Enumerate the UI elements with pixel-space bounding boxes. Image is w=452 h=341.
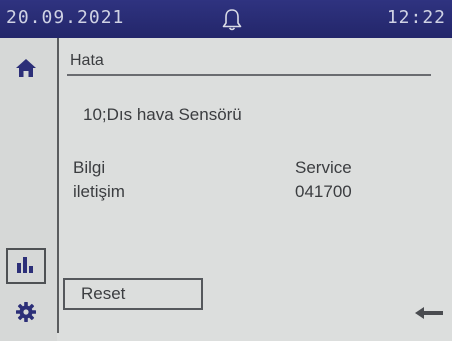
side-nav bbox=[0, 38, 57, 341]
service-label: Service bbox=[295, 158, 352, 177]
service-number: 041700 bbox=[295, 182, 352, 201]
arrow-left-icon bbox=[414, 306, 444, 325]
page-title: Hata bbox=[70, 52, 104, 69]
home-icon bbox=[15, 57, 37, 83]
statistics-button[interactable] bbox=[6, 248, 46, 284]
gear-icon bbox=[15, 301, 37, 327]
settings-button[interactable] bbox=[6, 294, 46, 334]
title-underline bbox=[67, 74, 431, 76]
home-button[interactable] bbox=[6, 50, 46, 90]
bar-chart-icon bbox=[16, 254, 36, 278]
info-label: Bilgi bbox=[73, 158, 106, 177]
status-bar: 20.09.2021 12:22 bbox=[0, 0, 452, 38]
back-button[interactable] bbox=[414, 305, 444, 321]
device-screen: 20.09.2021 12:22 Hata 10;Dıs hava Sensör… bbox=[0, 0, 452, 341]
nav-divider bbox=[57, 38, 59, 333]
time-display: 12:22 bbox=[386, 7, 446, 28]
error-message: 10;Dıs hava Sensörü bbox=[83, 105, 242, 124]
reset-button[interactable]: Reset bbox=[63, 278, 203, 310]
date-display: 20.09.2021 bbox=[6, 7, 125, 28]
contact-label: iletişim bbox=[73, 182, 125, 201]
bell-icon[interactable] bbox=[219, 7, 245, 33]
